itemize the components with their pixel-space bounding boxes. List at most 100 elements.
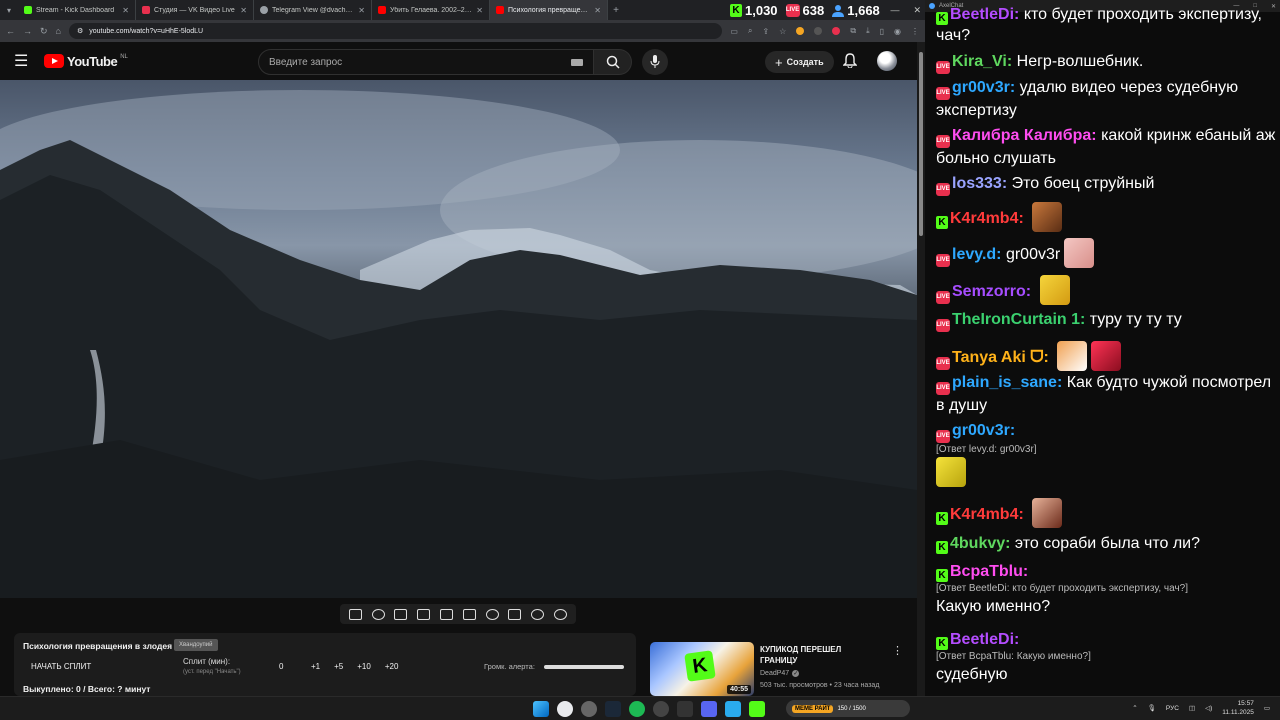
share-icon[interactable]: ⇪ — [762, 27, 769, 36]
create-button[interactable]: + Создать — [765, 51, 834, 73]
video-title[interactable]: КУПИКОД ПЕРЕШЕЛ ГРАНИЦУ — [760, 644, 880, 666]
chrome-icon[interactable] — [557, 701, 573, 717]
chat-username[interactable]: Tanya Aki ᗜ: — [952, 349, 1049, 366]
bookmark-star-icon[interactable]: ☆ — [779, 27, 786, 36]
theater-icon[interactable] — [462, 608, 476, 620]
more-actions-icon[interactable]: ⋮ — [892, 644, 903, 657]
search-input[interactable]: Введите запрос — [258, 49, 594, 75]
search-button[interactable] — [594, 49, 632, 75]
broadcast-icon[interactable] — [371, 608, 385, 620]
voice-search-button[interactable] — [642, 49, 668, 75]
download-icon[interactable]: ⤓ — [866, 26, 870, 36]
microphone-icon[interactable]: 🎙︎ — [1148, 704, 1156, 712]
obs-icon[interactable] — [581, 701, 597, 717]
close-window-icon[interactable]: ✕ — [913, 5, 921, 16]
screenshot-icon[interactable] — [531, 608, 545, 620]
minimize-icon[interactable]: — — [890, 5, 899, 15]
chat-username[interactable]: TheIronCurtain 1: — [952, 311, 1085, 328]
tab-telegram-view[interactable]: Telegram View @dvachannel ✕ — [254, 0, 372, 20]
profile-icon[interactable]: ◉ — [894, 27, 901, 36]
start-split-button[interactable]: НАЧАТЬ СПЛИТ — [31, 662, 91, 671]
chevron-up-icon[interactable]: ⌃ — [1132, 704, 1137, 712]
chat-username[interactable]: gr00v3r: — [952, 79, 1015, 96]
steam-icon[interactable] — [605, 701, 621, 717]
app-icon[interactable] — [677, 701, 693, 717]
chat-username[interactable]: levy.d: — [952, 246, 1002, 263]
youtube-logo[interactable]: YouTube NL — [44, 54, 128, 69]
meme-widget[interactable]: МЕМЕ РАЙТ 150 / 1500 — [786, 700, 910, 717]
clapper-icon[interactable] — [417, 608, 431, 620]
menu-icon[interactable]: ☰ — [14, 51, 38, 71]
notifications-icon[interactable]: ▭ — [1264, 704, 1270, 712]
volume-icon[interactable]: ◁) — [1205, 704, 1212, 712]
close-tab-icon[interactable]: ✕ — [240, 6, 247, 15]
split-value-field[interactable]: 0 — [279, 662, 283, 671]
back-icon[interactable]: ← — [6, 26, 15, 36]
add-20-button[interactable]: +20 — [385, 662, 399, 671]
sidepanel-icon[interactable]: ▯ — [880, 27, 884, 36]
picture-in-picture-icon[interactable] — [440, 608, 454, 620]
notifications-button[interactable] — [842, 53, 858, 73]
scrollbar-thumb[interactable] — [919, 52, 923, 236]
chat-username[interactable]: los333: — [952, 175, 1007, 192]
chat-username[interactable]: BeetleDi: — [950, 631, 1019, 648]
zoom-icon[interactable]: ⌕ — [748, 26, 752, 36]
close-tab-icon[interactable]: ✕ — [122, 6, 129, 15]
avatar[interactable] — [877, 51, 897, 71]
network-icon[interactable]: ◫ — [1189, 704, 1195, 712]
app-icon[interactable] — [653, 701, 669, 717]
chat-username[interactable]: Semzorro: — [952, 283, 1031, 300]
url-field[interactable]: ⚙ youtube.com/watch?v=uHhE-5lodLU — [68, 23, 723, 39]
extension-icon[interactable] — [814, 27, 823, 35]
chat-username[interactable]: gr00v3r: — [952, 422, 1015, 439]
forward-icon[interactable]: → — [23, 26, 32, 36]
close-tab-icon[interactable]: ✕ — [358, 6, 365, 15]
close-tab-icon[interactable]: ✕ — [476, 6, 483, 15]
chat-username[interactable]: BeetleDi: — [950, 6, 1019, 23]
browser-menu-icon[interactable]: ⋮ — [911, 27, 919, 36]
keyboard-icon[interactable] — [571, 58, 583, 66]
clock[interactable]: 15:57 11.11.2025 — [1222, 699, 1254, 717]
recommended-video[interactable]: K 40:55 КУПИКОД ПЕРЕШЕЛ ГРАНИЦУ DeadP47 … — [650, 640, 910, 696]
gear-icon[interactable] — [554, 608, 568, 620]
kick-app-icon[interactable] — [749, 701, 765, 717]
loop-icon[interactable] — [348, 608, 362, 620]
add-clip-icon[interactable] — [508, 608, 522, 620]
page-scrollbar[interactable] — [917, 42, 925, 696]
video-player[interactable] — [0, 80, 917, 598]
chat-username[interactable]: BcpaTblu: — [950, 563, 1028, 580]
new-tab-button[interactable]: + — [608, 5, 624, 16]
chat-username[interactable]: plain_is_sane: — [952, 374, 1062, 391]
close-tab-icon[interactable]: ✕ — [594, 6, 601, 15]
settings-video-icon[interactable] — [394, 608, 408, 620]
video-thumbnail[interactable]: K 40:55 — [650, 642, 754, 696]
extension-icon[interactable] — [796, 27, 805, 35]
chat-username[interactable]: K4r4mb4: — [950, 210, 1024, 227]
speed-icon[interactable] — [485, 608, 499, 620]
add-5-button[interactable]: +5 — [334, 662, 343, 671]
add-10-button[interactable]: +10 — [357, 662, 371, 671]
cast-icon[interactable]: ▭ — [730, 27, 738, 36]
spotify-icon[interactable] — [629, 701, 645, 717]
language-indicator[interactable]: РУС — [1166, 705, 1179, 712]
chat-username[interactable]: K4r4mb4: — [950, 506, 1024, 523]
player-icon[interactable] — [701, 701, 717, 717]
tab-search-icon[interactable]: ▾ — [0, 6, 18, 15]
tab-youtube-active[interactable]: Психология превращения в з ✕ — [490, 0, 608, 20]
chat-username[interactable]: Калибра Калибра: — [952, 127, 1097, 144]
telegram-icon[interactable] — [725, 701, 741, 717]
windows-start-icon[interactable] — [533, 701, 549, 717]
extensions-puzzle-icon[interactable]: ⧉ — [850, 26, 856, 36]
extension-badge-icon[interactable] — [832, 27, 841, 35]
add-1-button[interactable]: +1 — [311, 662, 320, 671]
reload-icon[interactable]: ↻ — [40, 26, 48, 37]
chat-username[interactable]: 4bukvy: — [950, 535, 1010, 552]
chat-username[interactable]: Kira_Vi: — [952, 53, 1012, 70]
tab-vk-studio[interactable]: Студия — VK Видео Live ✕ — [136, 0, 254, 20]
channel-name[interactable]: DeadP47 ✓ — [760, 670, 800, 677]
alert-volume-slider[interactable] — [544, 665, 624, 669]
panel-tag[interactable]: Хвандоупий — [174, 639, 218, 651]
home-icon[interactable]: ⌂ — [56, 26, 61, 36]
tab-kick-dashboard[interactable]: Stream - Kick Dashboard ✕ — [18, 0, 136, 20]
site-info-icon[interactable]: ⚙ — [77, 27, 83, 35]
